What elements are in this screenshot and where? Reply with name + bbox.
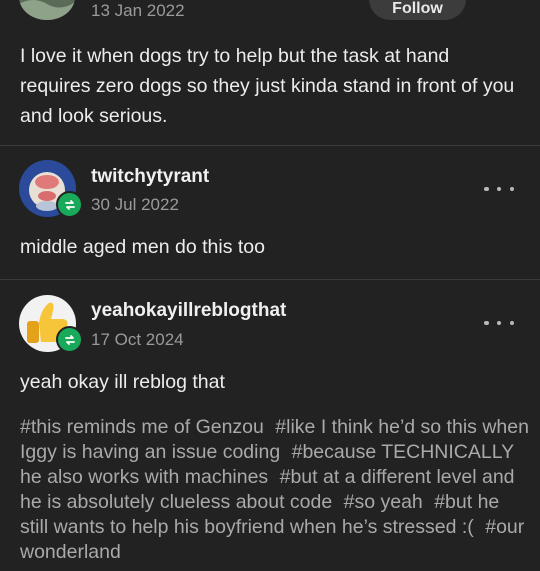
tag[interactable]: #this reminds me of Genzou	[20, 416, 264, 438]
more-options-icon[interactable]	[484, 181, 514, 197]
post-date: 17 Oct 2024	[91, 330, 184, 349]
post-body: yeah okay ill reblog that	[20, 371, 225, 393]
original-post: 13 Jan 2022 Follow I love it when dogs t…	[0, 0, 540, 145]
post-date: 13 Jan 2022	[91, 1, 185, 20]
post-date: 30 Jul 2022	[91, 195, 179, 214]
follow-button[interactable]: Follow	[369, 0, 466, 20]
tag[interactable]: #so yeah	[344, 491, 423, 513]
dashboard-feed: 13 Jan 2022 Follow I love it when dogs t…	[0, 0, 540, 571]
username[interactable]: yeahokayillreblogthat	[91, 300, 286, 322]
avatar-wrap	[19, 295, 83, 357]
avatar-wrap	[19, 160, 83, 222]
more-options-icon[interactable]	[484, 315, 514, 331]
post-body: I love it when dogs try to help but the …	[20, 45, 515, 127]
avatar[interactable]	[19, 0, 75, 20]
post-body: middle aged men do this too	[20, 236, 265, 258]
reblog-icon	[56, 191, 83, 218]
username[interactable]: twitchytyrant	[91, 166, 209, 188]
tag-list: #this reminds me of Genzou #like I think…	[20, 415, 530, 565]
reblog-post: twitchytyrant 30 Jul 2022 middle aged me…	[0, 146, 540, 279]
reblog-icon	[56, 326, 83, 353]
